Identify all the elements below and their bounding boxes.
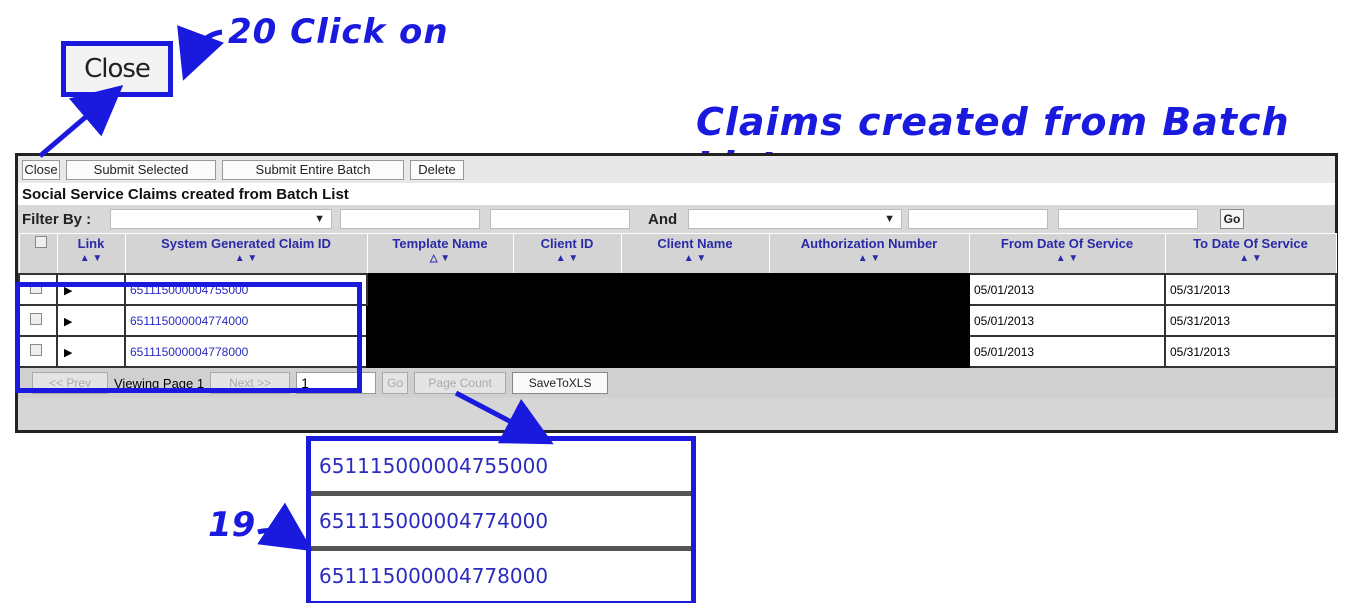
page-title: Social Service Claims created from Batch… [18, 183, 1335, 205]
column-header[interactable]: System Generated Claim ID ▲ ▼ [124, 233, 368, 275]
redacted-block [366, 273, 970, 368]
sort-arrows-icon[interactable]: △ ▼ [369, 253, 512, 264]
column-label: Client ID [540, 236, 594, 251]
sort-arrows-icon[interactable]: ▲ ▼ [1167, 253, 1335, 264]
close-callout-label: Close [84, 54, 151, 84]
page-go-button[interactable]: Go [382, 372, 409, 394]
arrow-20 [177, 25, 224, 81]
sort-arrows-icon[interactable]: ▲ ▼ [127, 253, 366, 264]
chevron-down-icon: ▼ [314, 213, 325, 225]
column-label: Link [77, 236, 105, 251]
filter-field-select[interactable]: ▼ [110, 209, 332, 229]
toolbar: Close Submit Selected Submit Entire Batc… [18, 156, 1335, 183]
step-20-annotation: 20 Click on [228, 12, 449, 52]
delete-button[interactable]: Delete [410, 159, 464, 180]
zoom-row[interactable]: 651115000004778000 [311, 551, 691, 601]
filter-bar: Filter By : ▼ And ▼ Go [18, 205, 1335, 233]
column-label: Client Name [657, 236, 733, 251]
sort-arrows-icon[interactable]: ▲ ▼ [971, 253, 1164, 264]
to-date-cell: 05/31/2013 [1164, 273, 1337, 306]
filter-value-input[interactable] [490, 209, 630, 229]
submit-entire-batch-button[interactable]: Submit Entire Batch [222, 159, 404, 180]
page-count-button[interactable]: Page Count [414, 372, 507, 394]
filter-operator-input[interactable] [340, 209, 480, 229]
chevron-down-icon: ▼ [884, 213, 895, 225]
filter-operator-2-input[interactable] [908, 209, 1048, 229]
sort-arrows-icon[interactable]: ▲ ▼ [59, 253, 124, 264]
from-date-cell: 05/01/2013 [968, 273, 1166, 306]
zoom-row[interactable]: 651115000004774000 [311, 496, 691, 551]
filter-label: Filter By : [22, 210, 92, 228]
filter-go-button[interactable]: Go [1220, 209, 1244, 229]
column-header[interactable]: Client ID ▲ ▼ [512, 233, 622, 275]
claim-ids-callout [15, 282, 362, 393]
sort-arrows-icon[interactable]: ▲ ▼ [515, 253, 620, 264]
claim-ids-zoom: 651115000004755000 651115000004774000 65… [306, 436, 696, 603]
to-date-cell: 05/31/2013 [1164, 335, 1337, 368]
and-label: And [648, 210, 678, 228]
column-header[interactable]: To Date Of Service ▲ ▼ [1164, 233, 1337, 275]
filter-field-2-select[interactable]: ▼ [688, 209, 902, 229]
column-header[interactable]: Client Name ▲ ▼ [620, 233, 770, 275]
submit-selected-button[interactable]: Submit Selected [66, 159, 216, 180]
filter-value-2-input[interactable] [1058, 209, 1198, 229]
zoom-claim-id[interactable]: 651115000004778000 [319, 564, 548, 588]
save-to-xls-button[interactable]: SaveToXLS [512, 372, 609, 394]
arrow-19 [257, 502, 313, 552]
column-label: System Generated Claim ID [161, 236, 331, 251]
step-19-annotation: 19 [208, 505, 256, 545]
from-date-cell: 05/01/2013 [968, 335, 1166, 368]
to-date-cell: 05/31/2013 [1164, 304, 1337, 337]
column-header[interactable]: Authorization Number ▲ ▼ [768, 233, 970, 275]
zoom-claim-id[interactable]: 651115000004755000 [319, 454, 548, 478]
from-date-cell: 05/01/2013 [968, 304, 1166, 337]
zoom-row[interactable]: 651115000004755000 [311, 441, 691, 496]
table-header-row: Link ▲ ▼ System Generated Claim ID ▲ ▼ Tem… [18, 233, 1337, 275]
column-header[interactable]: Template Name △ ▼ [366, 233, 514, 275]
column-label: Template Name [392, 236, 488, 251]
close-button[interactable]: Close [22, 159, 60, 180]
zoom-claim-id[interactable]: 651115000004774000 [319, 509, 548, 533]
column-header[interactable]: From Date Of Service ▲ ▼ [968, 233, 1166, 275]
sort-arrows-icon[interactable]: ▲ ▼ [771, 253, 968, 264]
column-label: Authorization Number [800, 236, 938, 251]
arrow-close [38, 85, 124, 158]
column-label: From Date Of Service [1000, 236, 1134, 251]
select-all-header[interactable] [18, 233, 58, 275]
column-label: To Date Of Service [1193, 236, 1308, 251]
sort-arrows-icon[interactable]: ▲ ▼ [623, 253, 768, 264]
select-all-checkbox[interactable] [35, 236, 47, 248]
column-header[interactable]: Link ▲ ▼ [56, 233, 126, 275]
close-button-callout[interactable]: Close [61, 41, 173, 97]
